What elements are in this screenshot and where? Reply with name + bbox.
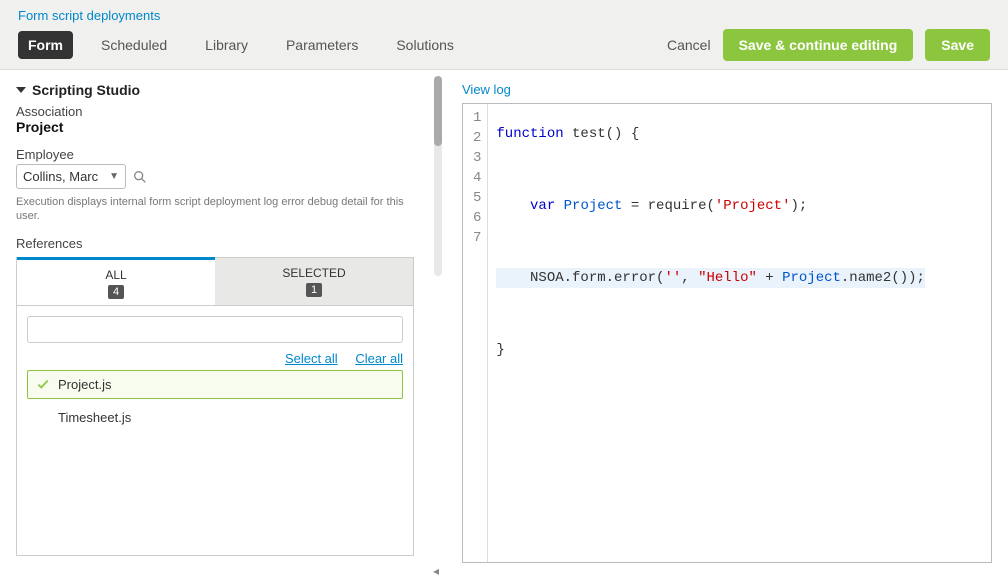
employee-select[interactable]: Collins, Marc ▼ [16, 164, 126, 189]
reference-item-label: Timesheet.js [58, 410, 131, 425]
tab-form[interactable]: Form [18, 31, 73, 59]
references-tabs: ALL 4 SELECTED 1 [16, 257, 414, 306]
save-continue-button[interactable]: Save & continue editing [723, 29, 914, 61]
references-tab-selected[interactable]: SELECTED 1 [215, 258, 413, 305]
code-gutter: 1234567 [463, 104, 488, 562]
tab-scheduled[interactable]: Scheduled [91, 31, 177, 59]
references-tab-selected-label: SELECTED [215, 266, 413, 280]
employee-label: Employee [16, 147, 414, 162]
clear-all-link[interactable]: Clear all [355, 351, 403, 366]
code-editor[interactable]: 1234567 function test() { var Project = … [462, 103, 992, 563]
search-icon[interactable] [132, 169, 148, 185]
employee-select-value: Collins, Marc [23, 169, 98, 184]
tab-solutions[interactable]: Solutions [386, 31, 464, 59]
references-tab-all-count: 4 [108, 285, 124, 299]
tab-parameters[interactable]: Parameters [276, 31, 368, 59]
view-log-link[interactable]: View log [462, 82, 511, 97]
employee-hint: Execution displays internal form script … [16, 195, 414, 224]
references-tab-all-label: ALL [17, 268, 215, 282]
code-content[interactable]: function test() { var Project = require(… [488, 104, 933, 562]
references-tab-all[interactable]: ALL 4 [17, 257, 215, 305]
select-all-link[interactable]: Select all [285, 351, 338, 366]
breadcrumb[interactable]: Form script deployments [18, 8, 990, 23]
reference-item-project[interactable]: Project.js [27, 370, 403, 399]
section-title[interactable]: Scripting Studio [16, 82, 414, 98]
tab-library[interactable]: Library [195, 31, 258, 59]
references-body: Select all Clear all Project.js Timeshee… [16, 306, 414, 556]
chevron-down-icon: ▼ [109, 171, 119, 182]
cancel-button[interactable]: Cancel [667, 37, 711, 53]
association-label: Association [16, 104, 414, 119]
pane-splitter[interactable]: ◂ [430, 70, 446, 580]
save-button[interactable]: Save [925, 29, 990, 61]
references-tab-selected-count: 1 [306, 283, 322, 297]
main-tabs: Form Scheduled Library Parameters Soluti… [18, 29, 990, 69]
scrollbar-thumb[interactable] [434, 76, 442, 146]
references-label: References [16, 236, 414, 251]
reference-item-label: Project.js [58, 377, 111, 392]
check-icon [36, 377, 50, 391]
references-filter-input[interactable] [27, 316, 403, 343]
association-value: Project [16, 119, 414, 135]
section-title-label: Scripting Studio [32, 82, 140, 98]
reference-item-timesheet[interactable]: Timesheet.js [27, 403, 403, 432]
